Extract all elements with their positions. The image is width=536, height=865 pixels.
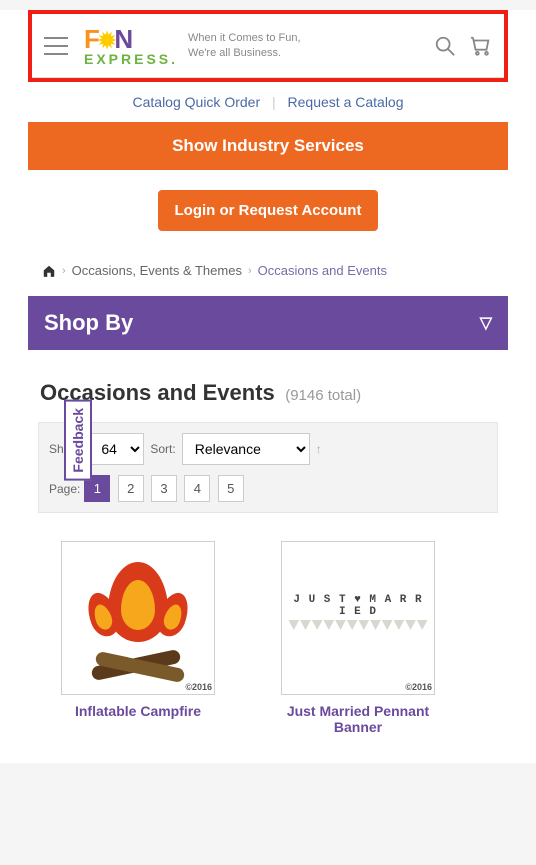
page-3[interactable]: 3 bbox=[151, 475, 177, 502]
cart-icon[interactable] bbox=[470, 35, 492, 57]
product-image: J U S T ♥ M A R R I E D ©2016 bbox=[281, 541, 435, 695]
breadcrumb: › Occasions, Events & Themes › Occasions… bbox=[0, 259, 536, 296]
show-industry-services-button[interactable]: Show Industry Services bbox=[28, 122, 508, 170]
sort-direction-arrow-icon[interactable]: ↑ bbox=[316, 442, 328, 456]
login-request-account-button[interactable]: Login or Request Account bbox=[158, 190, 378, 231]
sort-select[interactable]: Relevance bbox=[182, 433, 310, 465]
breadcrumb-l1[interactable]: Occasions, Events & Themes bbox=[72, 263, 242, 278]
product-card[interactable]: J U S T ♥ M A R R I E D ©2016 Just Marri… bbox=[268, 541, 448, 735]
search-icon[interactable] bbox=[434, 35, 456, 57]
copyright: ©2016 bbox=[405, 682, 432, 692]
product-name[interactable]: Inflatable Campfire bbox=[48, 703, 228, 719]
home-icon[interactable] bbox=[42, 264, 56, 278]
chevron-right-icon: › bbox=[62, 265, 66, 277]
triangle-down-icon: ▽ bbox=[480, 313, 492, 333]
toolbar: Show: 64 Sort: Relevance ↑ Page: 1 2 3 4… bbox=[38, 422, 498, 513]
copyright: ©2016 bbox=[185, 682, 212, 692]
breadcrumb-current: Occasions and Events bbox=[258, 263, 387, 278]
logo-express: EXPRESS. bbox=[84, 51, 178, 67]
logo[interactable]: F✹N EXPRESS. bbox=[84, 24, 178, 67]
page-label: Page: bbox=[49, 482, 80, 496]
page-5[interactable]: 5 bbox=[218, 475, 244, 502]
result-count: (9146 total) bbox=[285, 387, 361, 404]
page-4[interactable]: 4 bbox=[184, 475, 210, 502]
shop-by-label: Shop By bbox=[44, 310, 133, 336]
catalog-quick-order-link[interactable]: Catalog Quick Order bbox=[133, 94, 261, 110]
feedback-tab[interactable]: Feedback bbox=[64, 400, 92, 481]
show-select[interactable]: 64 bbox=[88, 433, 144, 465]
product-name[interactable]: Just Married Pennant Banner bbox=[268, 703, 448, 735]
shop-by-toggle[interactable]: Shop By ▽ bbox=[28, 296, 508, 350]
banner-text: J U S T ♥ M A R R I E D bbox=[288, 594, 428, 618]
pagination: 1 2 3 4 5 bbox=[84, 475, 247, 502]
chevron-right-icon: › bbox=[248, 265, 252, 277]
sort-label: Sort: bbox=[150, 442, 175, 456]
page-2[interactable]: 2 bbox=[118, 475, 144, 502]
request-catalog-link[interactable]: Request a Catalog bbox=[288, 94, 404, 110]
menu-hamburger[interactable] bbox=[44, 37, 68, 55]
product-card[interactable]: ©2016 Inflatable Campfire bbox=[48, 541, 228, 735]
tagline: When it Comes to Fun, We're all Business… bbox=[188, 31, 301, 60]
product-image: ©2016 bbox=[61, 541, 215, 695]
